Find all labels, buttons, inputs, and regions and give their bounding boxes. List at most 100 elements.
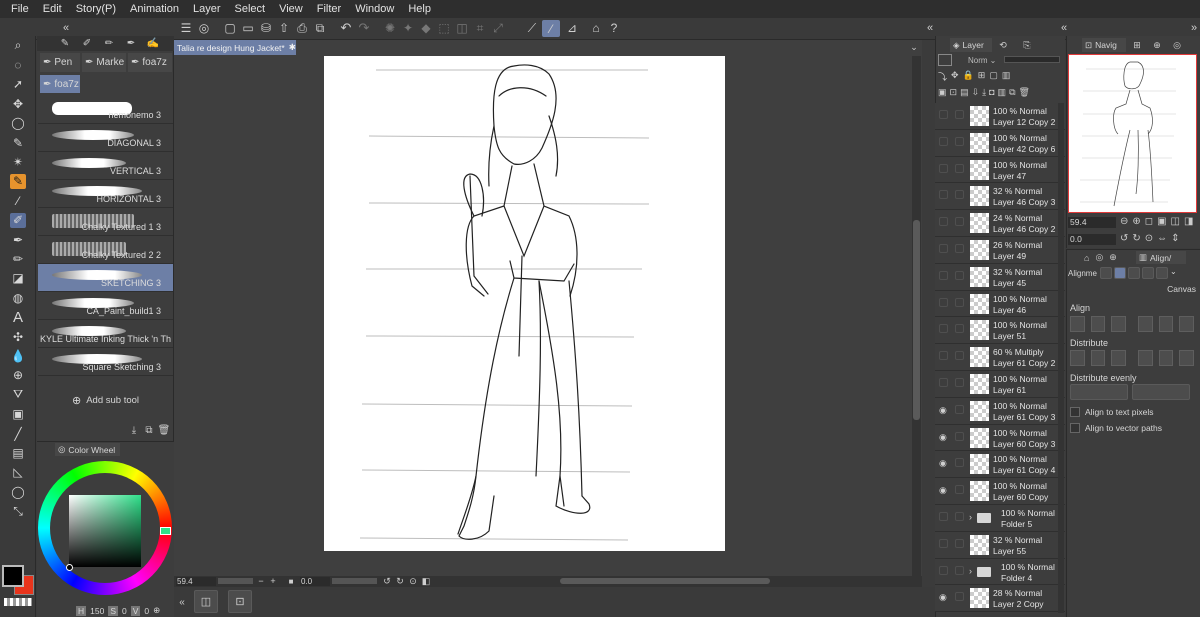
distribute-top-icon[interactable] (1138, 350, 1153, 366)
clear-icon[interactable]: ✺ (382, 20, 398, 36)
layer-tab-3-icon[interactable]: ⎘ (1020, 38, 1034, 52)
nav-rotate-left-icon[interactable]: ↺ (1120, 233, 1128, 246)
layer-lock-toggle[interactable] (955, 458, 964, 468)
align-target-4-icon[interactable] (1142, 267, 1154, 279)
layer-row[interactable]: 100 % Normal Layer 12 Copy 2 (935, 103, 1065, 130)
zoom-tool-icon[interactable]: ⌕ (0, 36, 36, 55)
pen-tool-icon[interactable]: ✎ (0, 172, 36, 191)
align-target-1-icon[interactable] (1100, 267, 1112, 279)
redo-icon[interactable]: ↷ (356, 20, 372, 36)
align-top-icon[interactable] (1138, 316, 1153, 332)
frame-tool-icon[interactable]: ▤ (0, 443, 36, 462)
fill-icon[interactable]: ✦ (400, 20, 416, 36)
crop-icon[interactable]: ⌗ (472, 20, 488, 36)
brush-item[interactable]: CA_Paint_build1 3 (38, 292, 173, 320)
layer-scrollbar[interactable] (1058, 103, 1064, 613)
layer-lock-toggle[interactable] (955, 324, 964, 334)
zoom-in-icon[interactable]: + (268, 576, 278, 586)
layer-property-icon[interactable]: ⊡ (228, 590, 252, 613)
distribute-center-v-icon[interactable] (1158, 350, 1174, 366)
distribute-left-icon[interactable] (1070, 350, 1085, 366)
duplicate-subtool-icon[interactable]: ⧉ (143, 424, 155, 436)
brush-subtool-icon[interactable]: ✏ (102, 37, 116, 50)
nav-flip-v-icon[interactable]: ⇕ (1171, 233, 1179, 246)
subtool-tab-pen[interactable]: ✒ Pen (40, 53, 80, 72)
navigator-angle[interactable]: 0.0 (1068, 234, 1116, 245)
align-tab[interactable]: ▥ Align/ (1136, 251, 1186, 264)
vertical-scroll-thumb[interactable] (913, 220, 920, 420)
angle-readout[interactable]: 0.0 (300, 577, 330, 586)
visibility-toggle[interactable] (939, 110, 948, 119)
navigator-zoom[interactable]: 59.4 (1068, 217, 1116, 228)
subtool-tab-active[interactable]: ✒ foa7z (40, 75, 80, 93)
ruler-tool-icon[interactable]: ◺ (0, 463, 36, 482)
app-icon[interactable]: ◎ (196, 20, 212, 36)
snap-grid-icon[interactable]: ⊿ (564, 20, 580, 36)
distribute-evenly-h-button[interactable] (1070, 384, 1128, 400)
navigator-tab-3-icon[interactable]: ⊕ (1150, 38, 1164, 52)
new-vector-icon[interactable]: ⊡ (950, 87, 958, 101)
brush-item[interactable]: SKETCHING 3 (38, 264, 173, 292)
brush-item[interactable]: VERTICAL 3 (38, 152, 173, 180)
lock-icon[interactable]: 🔒 (963, 70, 974, 84)
tab-menu-icon[interactable]: ⌄ (908, 40, 920, 54)
color-wheel-tab[interactable]: ◎ Color Wheel (55, 443, 120, 456)
drop-tool-icon[interactable]: 💧 (0, 346, 36, 365)
visibility-toggle[interactable] (939, 351, 948, 361)
selection-pen-icon[interactable]: ✎ (0, 133, 36, 152)
figure-tool-icon[interactable]: ✣ (0, 327, 36, 346)
pencil-subtool-icon[interactable]: ✒ (124, 37, 138, 50)
align-center-h-icon[interactable] (1090, 316, 1106, 332)
scale-icon[interactable]: ⤢ (490, 20, 506, 36)
hue-picker-handle[interactable] (160, 527, 171, 535)
brush-item[interactable]: Chalky Textured 2 2 (38, 236, 173, 264)
layer-lock-toggle[interactable] (955, 270, 964, 280)
brush-item[interactable]: HORIZONTAL 3 (38, 180, 173, 208)
snap-special-ruler-icon[interactable]: ⁄ (542, 20, 560, 37)
saturation-value-square[interactable] (69, 495, 141, 567)
lock-alpha-icon[interactable]: ⊞ (978, 70, 986, 84)
layer-tab[interactable]: ◈ Layer (950, 38, 992, 52)
layer-icon[interactable]: ⧉ (312, 20, 328, 36)
layer-lock-toggle[interactable] (955, 244, 964, 253)
material-icon[interactable]: ⌂ (588, 20, 604, 36)
nav-reset-rotate-icon[interactable]: ⊙ (1145, 233, 1153, 246)
new-folder-icon[interactable]: ▤ (960, 87, 969, 101)
layer-row[interactable]: 26 % Normal Layer 49 (935, 237, 1065, 264)
nav-fit-width-icon[interactable]: ◫ (1171, 216, 1180, 229)
fit-icon[interactable]: ■ (286, 576, 296, 586)
layer-row[interactable]: 32 % Normal Layer 45 (935, 263, 1065, 291)
menu-item-view[interactable]: View (272, 0, 310, 18)
layer-mask-icon[interactable]: ◘ (989, 87, 994, 101)
menu-item-edit[interactable]: Edit (36, 0, 69, 18)
visibility-toggle[interactable] (939, 270, 948, 280)
ink-subtool-icon[interactable]: ✍ (146, 37, 160, 50)
document-tab[interactable]: Talia re design Hung Jacket* ✱ (174, 40, 296, 55)
brush-tool-icon[interactable]: ✒ (0, 230, 36, 249)
align-center-v-icon[interactable] (1158, 316, 1174, 332)
eraser-icon[interactable]: ◪ (0, 269, 36, 288)
move-tool-icon[interactable]: ✥ (0, 94, 36, 113)
color-picker-handle[interactable] (66, 564, 73, 571)
visibility-toggle[interactable] (939, 512, 948, 521)
visibility-toggle[interactable] (939, 217, 948, 227)
rotate-right-icon[interactable]: ↻ (395, 576, 405, 586)
distribute-right-icon[interactable] (1111, 350, 1127, 366)
subtool-tab-foa[interactable]: ✒ foa7z (128, 53, 172, 72)
distribute-bottom-icon[interactable] (1179, 350, 1195, 366)
undo-icon[interactable]: ↶ (338, 20, 354, 36)
transparent-swatch[interactable] (4, 598, 32, 606)
menu-item-filter[interactable]: Filter (310, 0, 348, 18)
balloon-tool-icon[interactable]: ◯ (0, 482, 36, 501)
tab-icon-a[interactable]: ⌂ (1084, 253, 1089, 263)
layer-color-box[interactable] (938, 54, 952, 66)
text-tool-icon[interactable]: A (0, 307, 36, 326)
layer-lock-toggle[interactable] (955, 110, 964, 119)
rotate-left-icon[interactable]: ↺ (382, 576, 392, 586)
mask-icon[interactable]: ▢ (989, 70, 998, 84)
visibility-toggle[interactable] (939, 297, 948, 307)
gradient-tool-icon[interactable]: ▣ (0, 404, 36, 423)
layer-lock-toggle[interactable] (955, 351, 964, 361)
menu-item-window[interactable]: Window (348, 0, 401, 18)
line-tool-icon[interactable]: ╱ (0, 424, 36, 443)
